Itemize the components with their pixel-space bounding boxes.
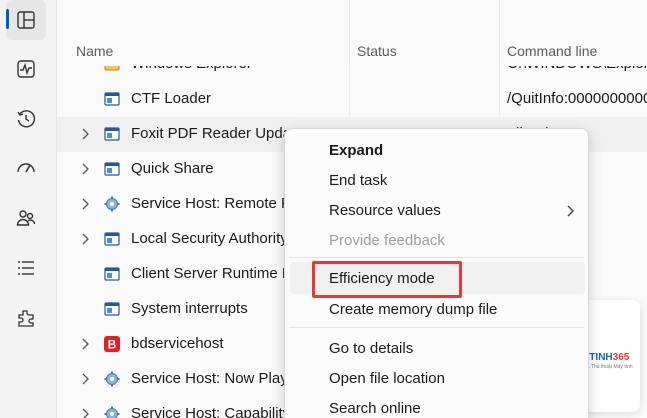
menu-item-resource-values[interactable]: Resource values [329, 202, 441, 219]
nav-details[interactable] [6, 248, 46, 288]
performance-icon [17, 60, 35, 78]
window-icon [104, 126, 120, 142]
nav-performance[interactable] [6, 49, 46, 89]
menu-item-end-task[interactable]: End task [329, 172, 387, 189]
chevron-right-icon[interactable] [80, 373, 90, 385]
chevron-right-icon[interactable] [80, 408, 90, 418]
gear-icon [104, 371, 120, 387]
column-header-command-line[interactable]: Command line [507, 43, 597, 59]
nav-services[interactable] [6, 298, 46, 338]
window-icon [104, 301, 120, 317]
column-divider [499, 0, 500, 66]
menu-item-go-to-details[interactable]: Go to details [329, 340, 413, 357]
process-name: Quick Share [131, 160, 214, 177]
menu-item-search-online[interactable]: Search online [329, 400, 421, 417]
column-header-name[interactable]: Name [76, 43, 113, 59]
nav-rail [0, 0, 52, 418]
menu-item-provide-feedback: Provide feedback [329, 232, 445, 249]
nav-startup-apps[interactable] [6, 148, 46, 188]
chevron-right-icon[interactable] [80, 338, 90, 350]
nav-app-history[interactable] [6, 99, 46, 139]
bitdefender-icon: B [104, 336, 120, 352]
process-name: Service Host: Capability [131, 405, 291, 418]
process-name: System interrupts [131, 300, 248, 317]
nav-users[interactable] [6, 198, 46, 238]
process-name: Foxit PDF Reader Upda [131, 125, 292, 142]
chevron-right-icon[interactable] [80, 128, 90, 140]
chevron-right-icon [567, 205, 574, 217]
menu-item-expand[interactable]: Expand [329, 142, 383, 159]
process-name: CTF Loader [131, 90, 212, 107]
process-name: bdservicehost [131, 335, 224, 352]
annotation-highlight-box [312, 261, 462, 298]
nav-processes[interactable] [6, 0, 46, 40]
process-name: Client Server Runtime P [131, 265, 292, 282]
process-name: Service Host: Remote P [131, 195, 292, 212]
process-name: Service Host: Now Playi [131, 370, 292, 387]
gear-icon [104, 406, 120, 418]
table-row[interactable]: CTF Loader/QuitInfo:00000000000 [57, 82, 647, 117]
window-icon [104, 91, 120, 107]
users-icon [16, 210, 36, 226]
table-header: Name Status Command line [57, 0, 647, 66]
column-divider [349, 0, 350, 66]
chevron-right-icon[interactable] [80, 233, 90, 245]
active-indicator [6, 9, 9, 29]
app-history-icon [17, 110, 36, 128]
process-command-line: /QuitInfo:00000000000 [507, 90, 647, 107]
process-name: Local Security Authority [131, 230, 288, 247]
menu-separator [289, 327, 584, 328]
svg-text:B: B [108, 338, 117, 352]
column-header-status[interactable]: Status [357, 43, 397, 59]
chevron-right-icon[interactable] [80, 198, 90, 210]
details-icon [18, 261, 34, 275]
window-icon [104, 266, 120, 282]
menu-item-open-file-location[interactable]: Open file location [329, 370, 445, 387]
window-icon [104, 231, 120, 247]
gear-icon [104, 196, 120, 212]
services-icon [18, 310, 34, 327]
window-icon [104, 161, 120, 177]
chevron-right-icon[interactable] [80, 163, 90, 175]
startup-apps-icon [17, 163, 35, 173]
menu-separator [289, 257, 584, 258]
menu-item-create-memory-dump[interactable]: Create memory dump file [329, 301, 497, 318]
processes-icon [17, 11, 35, 29]
